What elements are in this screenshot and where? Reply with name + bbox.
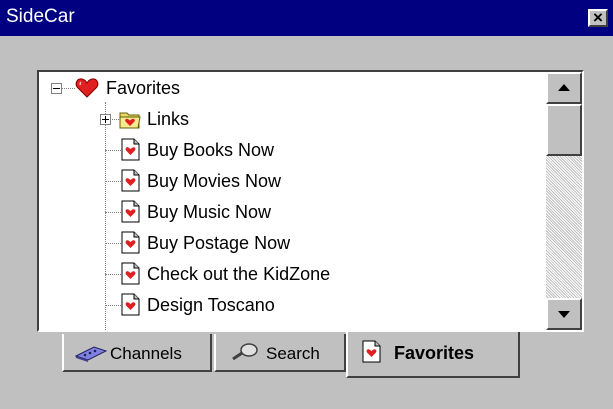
tree-item-check-out-the-kidzone[interactable]: Check out the KidZone — [39, 260, 359, 290]
channels-icon — [74, 346, 108, 362]
tree-item-label: Buy Music Now — [147, 202, 272, 222]
title-bar[interactable]: SideCar × — [0, 0, 613, 36]
tree-item-design-toscano[interactable]: Design Toscano — [39, 291, 339, 321]
tree-item-label: Buy Books Now — [147, 140, 275, 160]
tree-item-buy-books-now[interactable]: Buy Books Now — [39, 136, 339, 166]
tree-item-favorites[interactable]: Favorites — [39, 74, 339, 104]
tree-item-buy-music-now[interactable]: Buy Music Now — [39, 198, 339, 228]
tree-item-label: Design Toscano — [147, 295, 275, 315]
tree-item-buy-postage-now[interactable]: Buy Postage Now — [39, 229, 339, 259]
favorites-tree[interactable]: Favorites Links Buy Books Now Buy Movies… — [37, 70, 584, 332]
page-heart-icon — [121, 169, 140, 192]
collapse-toggle[interactable] — [51, 83, 62, 94]
tree-item-label: Buy Postage Now — [147, 233, 291, 253]
tab-label: Channels — [110, 344, 182, 363]
tree-item-buy-movies-now[interactable]: Buy Movies Now — [39, 167, 339, 197]
arrow-up-icon — [558, 84, 570, 91]
heart-icon — [75, 78, 99, 98]
vertical-scrollbar[interactable] — [546, 72, 582, 330]
close-icon: × — [593, 8, 603, 27]
tab-search[interactable]: Search — [214, 334, 346, 372]
tree-content: Favorites Links Buy Books Now Buy Movies… — [39, 72, 546, 330]
page-heart-icon — [121, 138, 140, 161]
magnifier-icon — [232, 343, 258, 361]
expand-toggle[interactable] — [100, 114, 111, 125]
tab-label: Favorites — [394, 343, 475, 363]
folder-heart-icon — [119, 112, 141, 129]
scroll-thumb[interactable] — [546, 104, 582, 156]
arrow-down-icon — [558, 311, 570, 318]
window-title: SideCar — [6, 6, 75, 27]
tree-item-label: Links — [147, 109, 190, 129]
sidecar-window: SideCar × Favorites Links Buy Books Now … — [0, 0, 613, 409]
page-heart-icon — [362, 340, 381, 363]
page-heart-icon — [121, 200, 140, 223]
tree-item-label: Buy Movies Now — [147, 171, 282, 191]
tab-favorites[interactable]: Favorites — [346, 332, 520, 378]
page-heart-icon — [121, 262, 140, 285]
tree-item-label: Favorites — [106, 78, 181, 98]
scroll-down-button[interactable] — [546, 298, 582, 330]
scroll-up-button[interactable] — [546, 72, 582, 104]
tree-item-links[interactable]: Links — [39, 105, 339, 135]
tab-channels[interactable]: Channels — [62, 334, 212, 372]
page-heart-icon — [121, 293, 140, 316]
page-heart-icon — [121, 231, 140, 254]
tree-item-label: Check out the KidZone — [147, 264, 331, 284]
close-button[interactable]: × — [588, 8, 608, 27]
tab-label: Search — [266, 344, 320, 363]
